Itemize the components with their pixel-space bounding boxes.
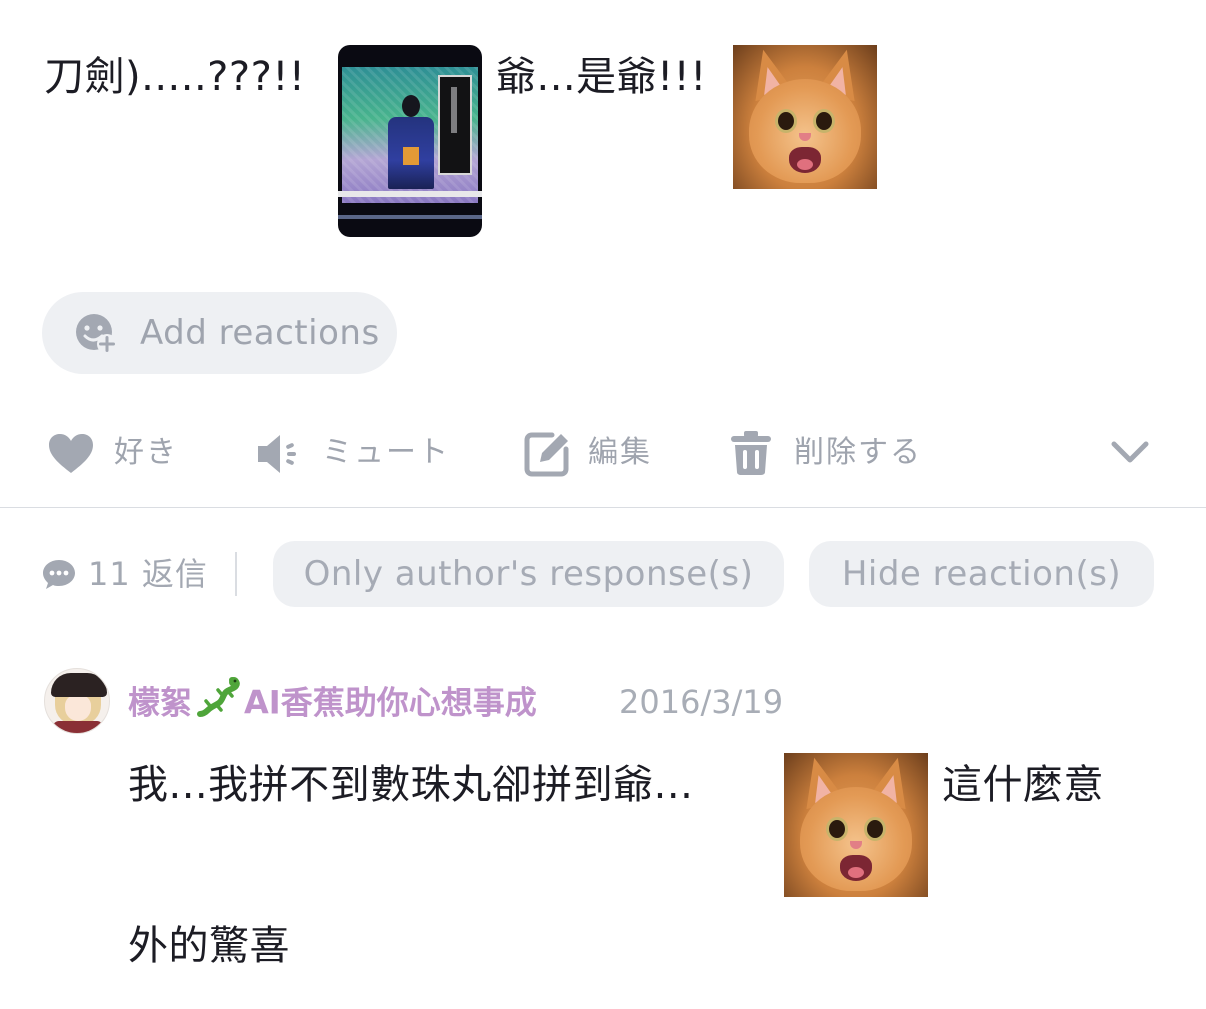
stage-sticker-image <box>338 45 482 237</box>
post-detail: 刀劍).....???!! 爺...是爺!!! Add reactions 好き… <box>0 0 1206 1009</box>
comment-username[interactable]: 檬絮 AI香蕉助你心想事成 <box>128 677 537 729</box>
like-button[interactable]: 好き <box>48 430 188 476</box>
more-actions-button[interactable] <box>1110 430 1154 476</box>
section-divider <box>0 507 1206 508</box>
hide-reactions-button[interactable]: Hide reaction(s) <box>809 541 1154 607</box>
trash-icon <box>730 430 772 480</box>
heart-icon <box>48 433 94 479</box>
add-reactions-label: Add reactions <box>140 313 380 353</box>
smiley-plus-icon <box>74 313 118 359</box>
comment-text-part1: 我...我拼不到數珠丸卻拼到爺... <box>128 762 694 808</box>
comment-timestamp: 2016/3/19 <box>619 683 784 721</box>
edit-button[interactable]: 編集 <box>524 430 664 477</box>
add-reactions-button[interactable]: Add reactions <box>42 292 397 374</box>
reply-divider <box>235 552 237 596</box>
mute-label: ミュート <box>322 435 450 470</box>
post-text-part1: 刀劍).....???!! <box>44 54 306 100</box>
chat-bubble-icon <box>42 558 76 594</box>
reply-count-label: 11 返信 <box>88 555 208 593</box>
post-text-part2: 爺...是爺!!! <box>496 54 707 100</box>
avatar[interactable] <box>44 668 110 734</box>
like-label: 好き <box>114 435 178 470</box>
speaker-mute-icon <box>256 432 300 480</box>
only-author-responses-button[interactable]: Only author's response(s) <box>273 541 784 607</box>
edit-icon <box>524 431 570 481</box>
cat-sticker-image <box>733 45 877 189</box>
delete-label: 削除する <box>794 435 922 470</box>
delete-button[interactable]: 削除する <box>730 430 930 476</box>
comment-text-part2: 這什麼意 <box>942 762 1104 808</box>
gecko-emoji-icon <box>196 674 240 729</box>
chevron-down-icon <box>1110 438 1150 470</box>
username-part1: 檬絮 <box>128 683 193 722</box>
comment-text-part3: 外的驚喜 <box>128 923 290 969</box>
username-part2: AI香蕉助你心想事成 <box>244 683 537 722</box>
edit-label: 編集 <box>588 435 652 470</box>
mute-button[interactable]: ミュート <box>256 430 456 476</box>
cat-sticker-image <box>784 753 928 897</box>
